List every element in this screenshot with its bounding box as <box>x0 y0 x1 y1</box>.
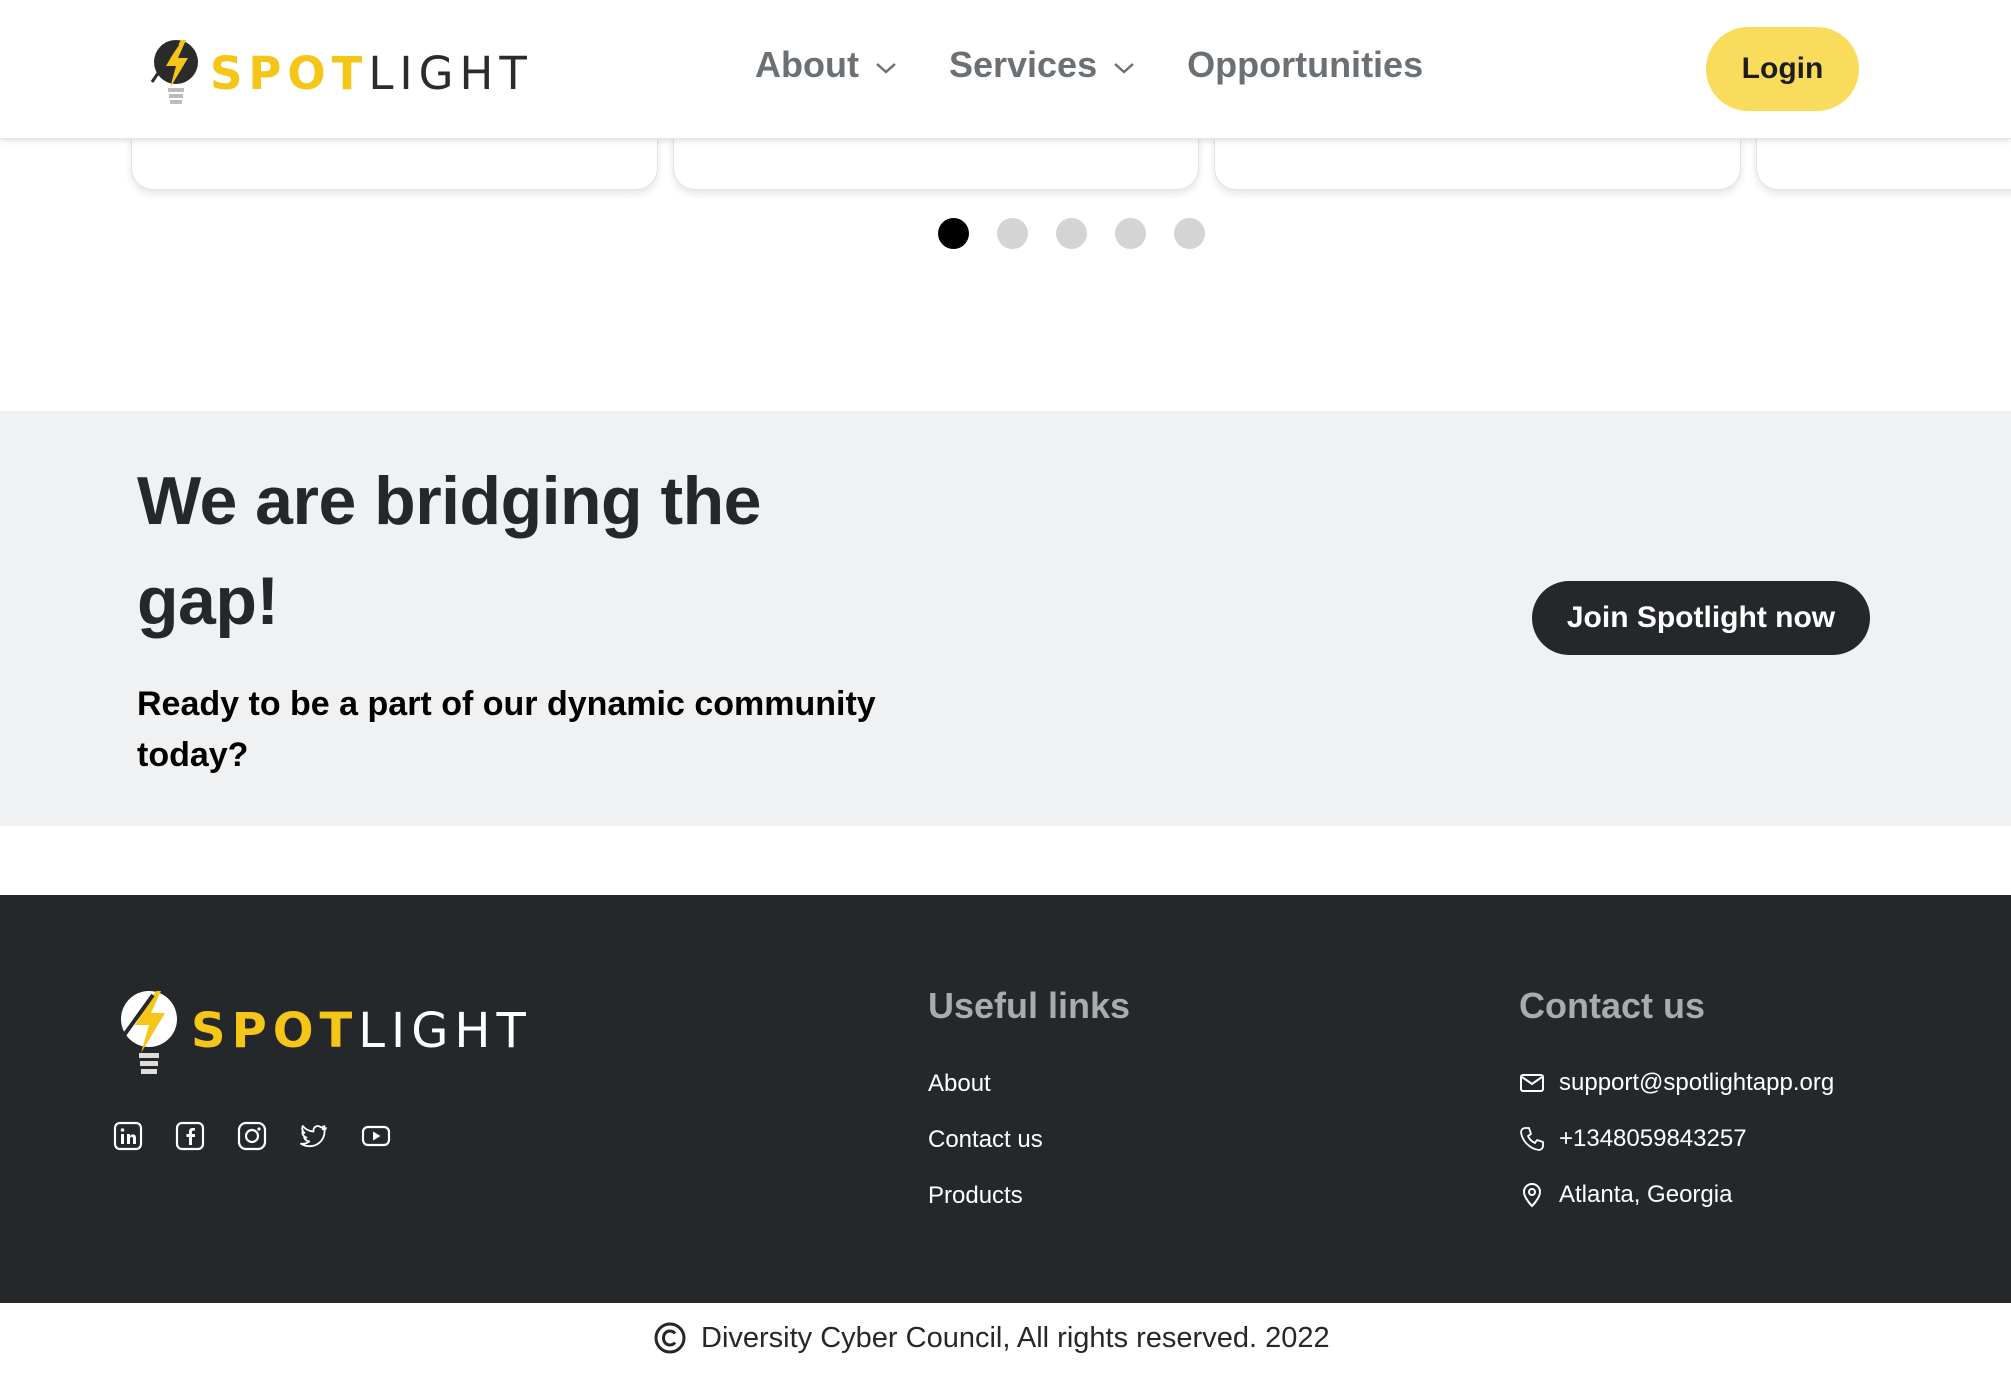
contact-location-text: Atlanta, Georgia <box>1559 1181 1733 1208</box>
contact-location: Atlanta, Georgia <box>1519 1181 1732 1209</box>
spotlight-bulb-icon <box>150 40 198 104</box>
chevron-down-icon <box>1114 63 1134 74</box>
contact-email-text: support@spotlightapp.org <box>1559 1069 1835 1096</box>
contact-us-title: Contact us <box>1519 985 1706 1026</box>
logo-light: LIGHT <box>358 1003 532 1059</box>
contact-phone-text: +1348059843257 <box>1559 1125 1747 1152</box>
footer-link-products[interactable]: Products <box>928 1182 1023 1210</box>
copyright-bar: Diversity Cyber Council, All rights rese… <box>0 1303 2011 1380</box>
carousel-dot-4[interactable] <box>1115 218 1146 249</box>
copyright-text: Diversity Cyber Council, All rights rese… <box>701 1321 1330 1354</box>
carousel-dot-1[interactable] <box>938 218 969 249</box>
social-links <box>113 1121 391 1151</box>
logo-wordmark: SPOTLIGHT <box>191 1003 532 1059</box>
nav-opportunities[interactable]: Opportunities <box>1187 44 1423 86</box>
footer-logo[interactable]: SPOTLIGHT <box>113 983 532 1075</box>
logo-light: LIGHT <box>368 46 533 100</box>
youtube-icon[interactable] <box>361 1121 391 1151</box>
nav-about[interactable]: About <box>755 44 897 86</box>
join-spotlight-button[interactable]: Join Spotlight now <box>1532 581 1870 655</box>
copyright: Diversity Cyber Council, All rights rese… <box>653 1321 1330 1355</box>
cta-section: We are bridging the gap! Ready to be a p… <box>0 411 2011 826</box>
phone-icon <box>1520 1127 1544 1151</box>
linkedin-icon[interactable] <box>113 1121 143 1151</box>
cta-subtitle: Ready to be a part of our dynamic commun… <box>137 685 876 774</box>
carousel-dot-2[interactable] <box>997 218 1028 249</box>
logo-spot: SPOT <box>191 1003 359 1059</box>
contact-phone[interactable]: +1348059843257 <box>1519 1125 1747 1153</box>
footer-link-contact-us[interactable]: Contact us <box>928 1126 1043 1154</box>
main-nav: About Services Opportunities <box>755 44 1423 86</box>
twitter-icon[interactable] <box>299 1121 329 1151</box>
location-pin-icon <box>1522 1182 1542 1208</box>
nav-services[interactable]: Services <box>949 44 1135 86</box>
logo-wordmark: SPOTLIGHT <box>210 47 533 100</box>
chevron-down-icon <box>876 63 896 74</box>
site-footer: SPOTLIGHT Useful links About Contact us … <box>0 895 2011 1303</box>
carousel-dots <box>938 218 1205 249</box>
cta-title: We are bridging the gap! <box>137 463 761 639</box>
instagram-icon[interactable] <box>237 1121 267 1151</box>
footer-link-about[interactable]: About <box>928 1070 991 1098</box>
spotlight-bulb-icon <box>115 991 177 1074</box>
nav-services-label: Services <box>948 44 1098 85</box>
facebook-icon[interactable] <box>175 1121 205 1151</box>
contact-email[interactable]: support@spotlightapp.org <box>1519 1069 1834 1097</box>
carousel-dot-3[interactable] <box>1056 218 1087 249</box>
logo-spot: SPOT <box>210 46 369 100</box>
nav-opportunities-label: Opportunities <box>1187 44 1424 85</box>
login-button[interactable]: Login <box>1706 27 1859 111</box>
carousel-dot-5[interactable] <box>1174 218 1205 249</box>
useful-links-title: Useful links <box>928 985 1131 1026</box>
mail-icon <box>1520 1074 1544 1092</box>
site-header: SPOTLIGHT About Services Opportunities L… <box>0 0 2011 139</box>
copyright-icon <box>654 1322 686 1354</box>
header-logo[interactable]: SPOTLIGHT <box>148 34 533 106</box>
nav-about-label: About <box>755 44 859 85</box>
